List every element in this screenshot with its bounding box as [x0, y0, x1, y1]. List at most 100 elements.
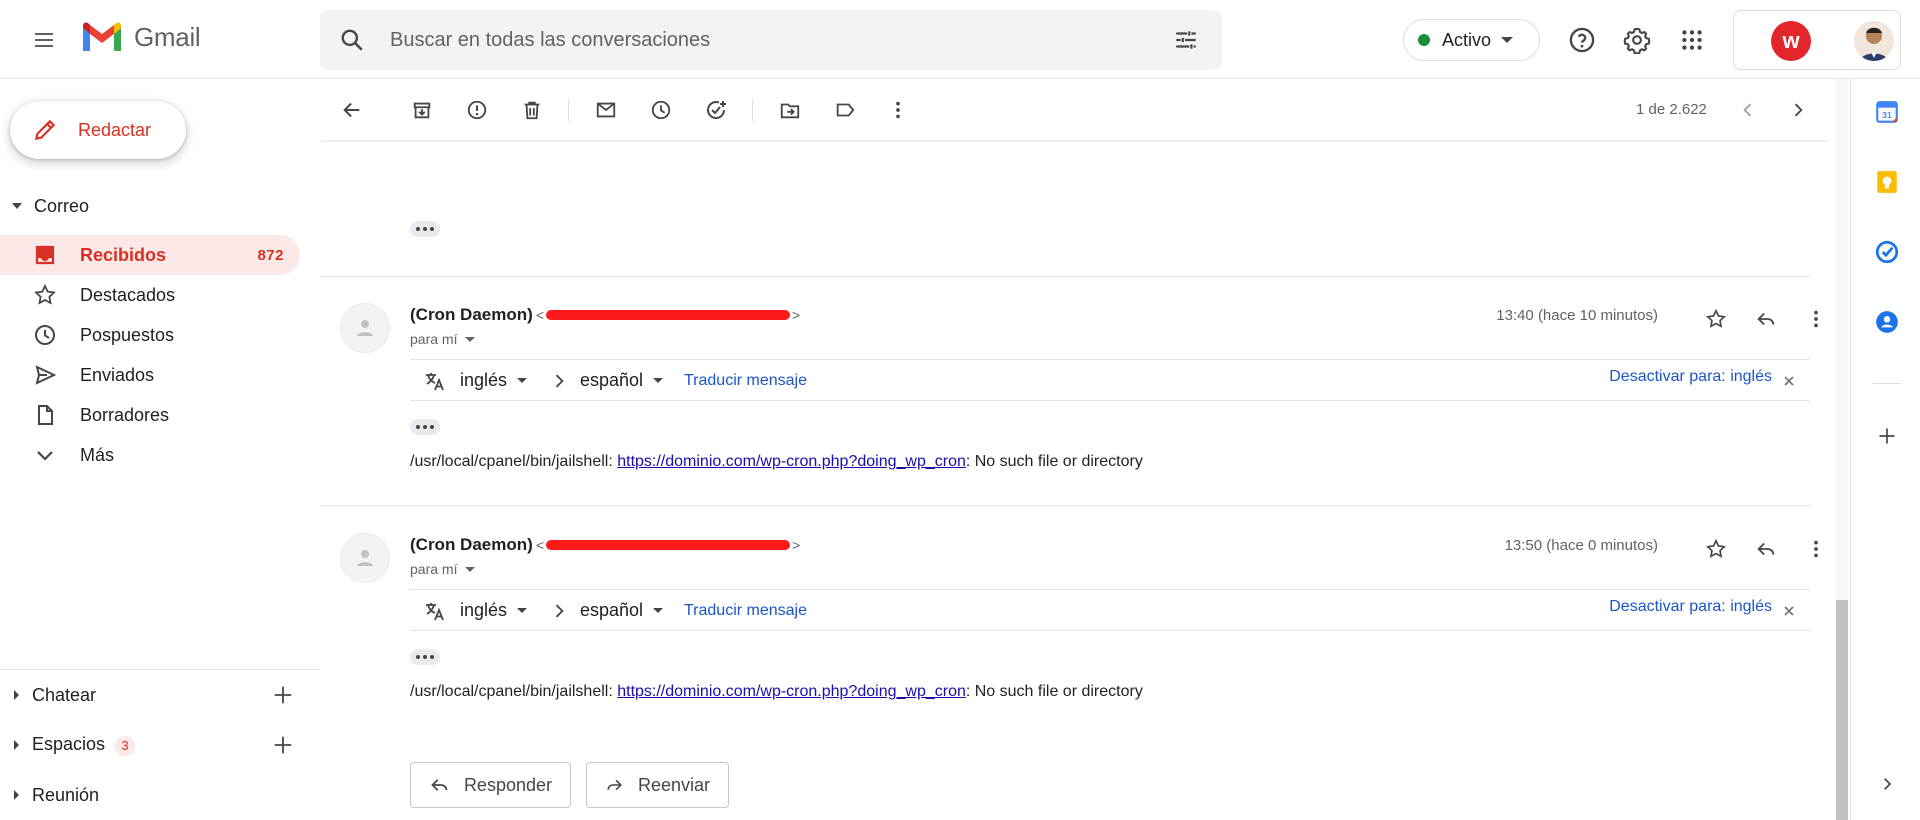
calendar-app-button[interactable]: 31	[1870, 95, 1904, 129]
caret-down-icon	[12, 203, 22, 209]
unread-count: 872	[257, 246, 284, 264]
message-divider	[320, 505, 1810, 506]
more-actions-button[interactable]	[880, 92, 916, 128]
report-spam-button[interactable]	[459, 92, 495, 128]
section-label: Espacios 3	[32, 734, 136, 756]
mail-icon	[596, 102, 616, 118]
calendar-icon: 31	[1876, 101, 1898, 123]
reply-label: Responder	[463, 774, 552, 795]
target-language-select[interactable]: español	[580, 600, 664, 621]
add-to-tasks-button[interactable]	[698, 92, 734, 128]
section-spaces[interactable]: Espacios 3	[0, 727, 320, 763]
older-button[interactable]	[1780, 92, 1816, 128]
message-body: /usr/local/cpanel/bin/jailshell: https:/…	[410, 453, 1143, 471]
star-icon	[1706, 308, 1726, 328]
snooze-button[interactable]	[643, 92, 679, 128]
status-selector[interactable]: Activo	[1403, 19, 1540, 61]
gmail-logo[interactable]: Gmail	[80, 20, 201, 54]
reply-button[interactable]: Responder	[410, 762, 571, 808]
close-icon[interactable]	[1780, 372, 1798, 390]
move-to-button[interactable]	[772, 92, 808, 128]
section-chat[interactable]: Chatear	[0, 677, 320, 713]
archive-button[interactable]	[404, 92, 440, 128]
show-trimmed-content-button[interactable]	[410, 419, 440, 435]
search-input[interactable]	[390, 10, 1130, 70]
body-link[interactable]: https://dominio.com/wp-cron.php?doing_wp…	[617, 683, 966, 700]
more-vert-icon	[1814, 540, 1818, 558]
spam-icon	[467, 100, 487, 120]
show-trimmed-content-button[interactable]	[410, 649, 440, 665]
translate-message-link[interactable]: Traducir mensaje	[684, 372, 807, 390]
pagination-text: 1 de 2.622	[1636, 101, 1707, 118]
target-language-select[interactable]: español	[580, 370, 664, 391]
sender-name[interactable]: (Cron Daemon)	[410, 535, 533, 555]
reply-button[interactable]	[1746, 529, 1786, 569]
user-photo-icon	[1854, 21, 1894, 61]
mail-section-header[interactable]: Correo	[0, 191, 320, 221]
search-icon[interactable]	[336, 24, 368, 56]
disable-translation-link[interactable]: Desactivar para: inglés	[1609, 598, 1772, 616]
translate-message-link[interactable]: Traducir mensaje	[684, 602, 807, 620]
caret-down-icon	[465, 566, 476, 572]
plus-icon[interactable]	[270, 732, 296, 758]
caret-down-icon	[517, 608, 528, 613]
show-trimmed-content-button[interactable]	[410, 221, 440, 237]
search-bar[interactable]	[320, 10, 1222, 70]
compose-button[interactable]: Redactar	[10, 101, 186, 159]
sidebar-item-inbox[interactable]: Recibidos 872	[0, 235, 300, 275]
section-label: Reunión	[32, 784, 100, 805]
disable-translation-link[interactable]: Desactivar para: inglés	[1609, 368, 1772, 386]
star-button[interactable]	[1696, 529, 1736, 569]
plus-icon[interactable]	[270, 682, 296, 708]
target-language: español	[580, 370, 644, 390]
source-language-select[interactable]: inglés	[460, 600, 528, 621]
message-time: 13:50 (hace 0 minutos)	[1504, 537, 1658, 554]
get-addons-button[interactable]	[1870, 419, 1904, 453]
delete-button[interactable]	[514, 92, 550, 128]
settings-button[interactable]	[1617, 20, 1657, 60]
keep-app-button[interactable]	[1870, 165, 1904, 199]
message-more-button[interactable]	[1796, 529, 1828, 569]
section-label: Chatear	[32, 684, 97, 705]
caret-right-icon	[14, 740, 19, 750]
avatar	[340, 303, 390, 353]
message-more-button[interactable]	[1796, 299, 1828, 339]
contacts-app-button[interactable]	[1870, 305, 1904, 339]
mark-unread-button[interactable]	[588, 92, 624, 128]
translate-icon	[422, 368, 448, 394]
sidebar-item-drafts[interactable]: Borradores	[0, 395, 300, 435]
avatar	[340, 533, 390, 583]
scrollbar-thumb[interactable]	[1836, 600, 1848, 820]
recipients-toggle[interactable]: para mí	[410, 331, 476, 347]
body-link[interactable]: https://dominio.com/wp-cron.php?doing_wp…	[617, 453, 966, 470]
sidebar-item-label: Recibidos	[80, 244, 167, 265]
reply-icon	[431, 779, 448, 791]
search-options-icon[interactable]	[1170, 24, 1202, 56]
body-text: : No such file or directory	[965, 683, 1143, 700]
main-menu-button[interactable]	[24, 20, 64, 60]
recipients-toggle[interactable]: para mí	[410, 561, 476, 577]
labels-button[interactable]	[827, 92, 863, 128]
forward-button[interactable]: Reenviar	[586, 762, 729, 808]
section-meet[interactable]: Reunión	[0, 777, 320, 813]
message-toolbar: 1 de 2.622	[320, 79, 1828, 141]
star-button[interactable]	[1696, 299, 1736, 339]
sender-name[interactable]: (Cron Daemon)	[410, 305, 533, 325]
apps-button[interactable]	[1672, 20, 1712, 60]
reply-button[interactable]	[1746, 299, 1786, 339]
source-language-select[interactable]: inglés	[460, 370, 528, 391]
newer-button[interactable]	[1730, 92, 1766, 128]
back-button[interactable]	[334, 92, 370, 128]
sidebar-item-starred[interactable]: Destacados	[0, 275, 300, 315]
gear-icon	[1623, 27, 1651, 54]
sidebar-item-sent[interactable]: Enviados	[0, 355, 300, 395]
avatar[interactable]	[1854, 21, 1894, 61]
tasks-app-button[interactable]	[1870, 235, 1904, 269]
sidebar-item-more[interactable]: Más	[0, 435, 300, 475]
close-icon[interactable]	[1780, 602, 1798, 620]
help-button[interactable]	[1562, 20, 1602, 60]
side-panel: 31	[1850, 79, 1920, 820]
show-side-panel-button[interactable]	[1870, 767, 1904, 801]
sidebar-item-snoozed[interactable]: Pospuestos	[0, 315, 300, 355]
account-switcher[interactable]: w	[1733, 10, 1901, 70]
